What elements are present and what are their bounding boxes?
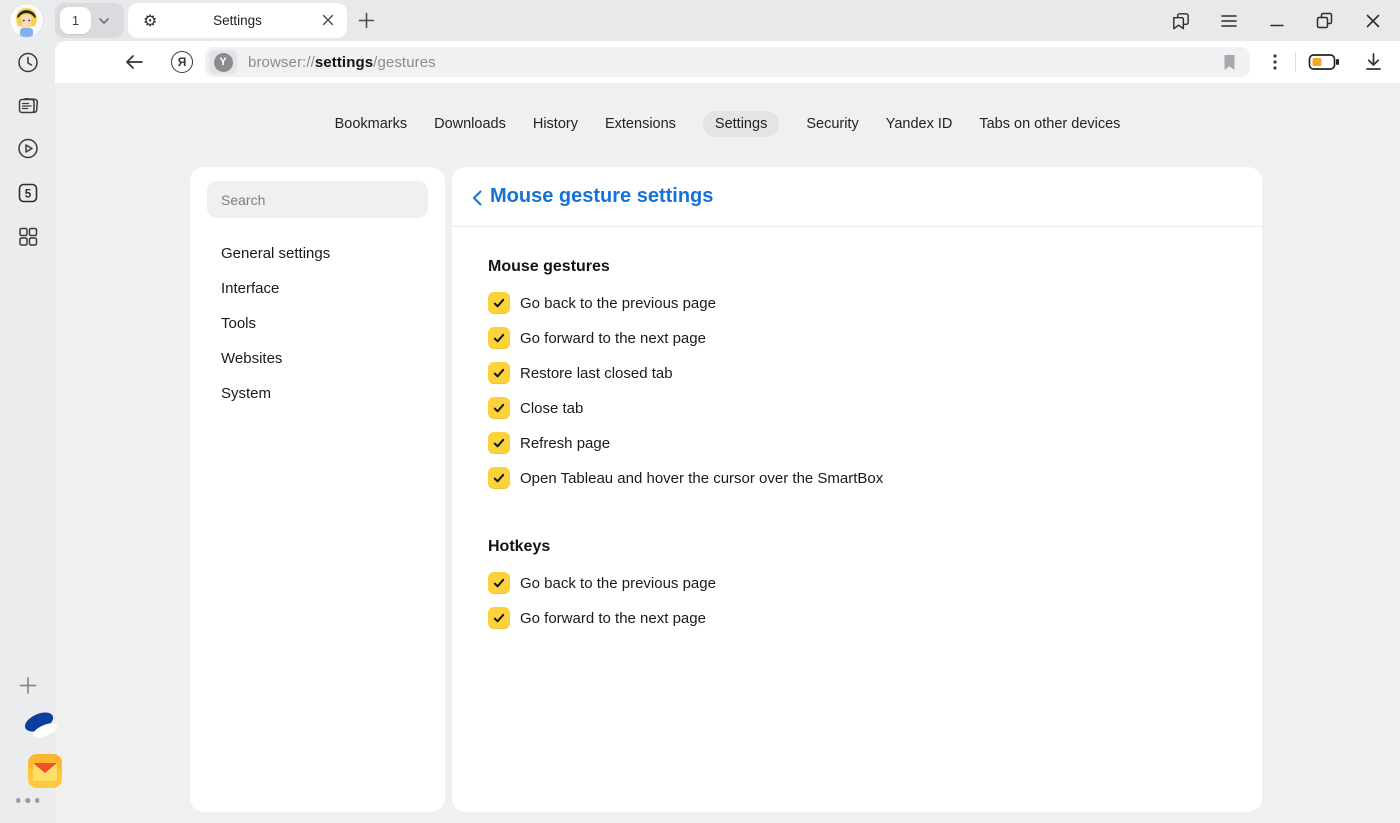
tab-strip: 1 ⚙ Settings [0,0,1400,41]
checkbox-label: Open Tableau and hover the cursor over t… [520,470,883,487]
back-icon[interactable] [123,51,145,73]
settings-nav: Bookmarks Downloads History Extensions S… [55,111,1400,137]
chevron-down-icon[interactable] [97,14,111,28]
settings-page: Bookmarks Downloads History Extensions S… [55,83,1400,823]
apps-grid-icon[interactable] [16,225,39,248]
sidebar-item-system[interactable]: System [221,382,330,406]
checkbox-checked[interactable] [488,292,510,314]
new-tab-button[interactable] [353,7,380,34]
active-tab[interactable]: ⚙ Settings [128,3,347,38]
url-path: /gestures [373,54,436,71]
url-field[interactable]: Y browser://settings/gestures [205,47,1250,77]
gesture-row: Open Tableau and hover the cursor over t… [488,467,1226,489]
checkbox-checked[interactable] [488,397,510,419]
back-chevron-icon[interactable] [471,189,483,207]
settings-section-list: General settings Interface Tools Website… [221,242,330,417]
add-panel-icon[interactable] [17,675,38,696]
gesture-row: Restore last closed tab [488,362,1226,384]
settings-sidebar-card: General settings Interface Tools Website… [190,167,445,812]
panel-header: Mouse gesture settings [452,167,1262,227]
downloads-icon[interactable] [1363,51,1384,72]
checkbox-label: Restore last closed tab [520,365,673,382]
hotkey-row: Go forward to the next page [488,607,1226,629]
page-title[interactable]: Mouse gesture settings [490,185,713,208]
protect-icon[interactable]: Y [209,50,237,74]
checkbox-label: Go forward to the next page [520,330,706,347]
checkbox-checked[interactable] [488,467,510,489]
search-input[interactable] [207,181,428,218]
address-bar-row: Я Y browser://settings/gestures [55,41,1400,83]
feed-icon[interactable] [16,94,40,118]
tabs-stack-icon[interactable]: 5 [16,181,40,205]
checkbox-label: Close tab [520,400,583,417]
gesture-row: Go forward to the next page [488,327,1226,349]
url-host: settings [315,54,373,71]
checkbox-label: Go back to the previous page [520,575,716,592]
checkbox-checked[interactable] [488,432,510,454]
sidebar-item-general-settings[interactable]: General settings [221,242,330,266]
sidebar-item-tools[interactable]: Tools [221,312,330,336]
battery-icon[interactable] [1308,53,1340,71]
checkbox-checked[interactable] [488,362,510,384]
history-icon[interactable] [16,51,39,74]
nav-security[interactable]: Security [806,111,858,137]
hotkey-row: Go back to the previous page [488,572,1226,594]
gesture-settings-card: Mouse gesture settings Mouse gestures Go… [452,167,1262,812]
sidebar-item-interface[interactable]: Interface [221,277,330,301]
mail-app-icon[interactable] [28,754,83,788]
restore-window-icon[interactable] [1314,10,1335,31]
checkbox-checked[interactable] [488,572,510,594]
nav-settings[interactable]: Settings [703,111,779,137]
toolbar-divider [1295,52,1296,72]
mouse-gestures-section: Mouse gestures Go back to the previous p… [488,257,1226,489]
checkbox-label: Refresh page [520,435,610,452]
section-heading: Mouse gestures [488,257,1226,277]
yandex-home-icon[interactable]: Я [171,51,193,73]
gesture-row: Go back to the previous page [488,292,1226,314]
checkbox-label: Go forward to the next page [520,610,706,627]
nav-history[interactable]: History [533,111,578,137]
tab-group-counter[interactable]: 1 [55,3,124,38]
section-heading: Hotkeys [488,537,1226,557]
tab-count-badge[interactable]: 1 [60,7,91,34]
minimize-icon[interactable] [1266,10,1287,31]
user-avatar[interactable] [10,4,43,37]
bookmark-flag-icon[interactable] [1221,53,1238,72]
url-text: browser://settings/gestures [248,54,436,71]
sidebar-item-websites[interactable]: Websites [221,347,330,371]
gesture-row: Close tab [488,397,1226,419]
gesture-row: Refresh page [488,432,1226,454]
menu-icon[interactable] [1218,10,1239,31]
checkbox-checked[interactable] [488,327,510,349]
window-controls [1130,0,1400,41]
rail-more-icon[interactable] [16,798,40,803]
nav-extensions[interactable]: Extensions [605,111,676,137]
hotkeys-section: Hotkeys Go back to the previous page Go … [488,537,1226,629]
url-scheme: browser:// [248,54,315,71]
side-panel-icon[interactable] [1170,10,1191,31]
tab-stack-count: 5 [24,189,31,201]
checkbox-label: Go back to the previous page [520,295,716,312]
tab-title: Settings [128,13,347,28]
left-rail: 5 [0,0,55,823]
nav-downloads[interactable]: Downloads [434,111,506,137]
nav-yandex-id[interactable]: Yandex ID [886,111,953,137]
nav-tabs-other-devices[interactable]: Tabs on other devices [979,111,1120,137]
checkbox-checked[interactable] [488,607,510,629]
close-window-icon[interactable] [1362,10,1383,31]
nav-bookmarks[interactable]: Bookmarks [335,111,408,137]
tab-close-icon[interactable] [321,13,335,27]
video-icon[interactable] [16,137,39,160]
more-menu-icon[interactable] [1265,52,1285,72]
panel-body: Mouse gestures Go back to the previous p… [452,257,1262,629]
